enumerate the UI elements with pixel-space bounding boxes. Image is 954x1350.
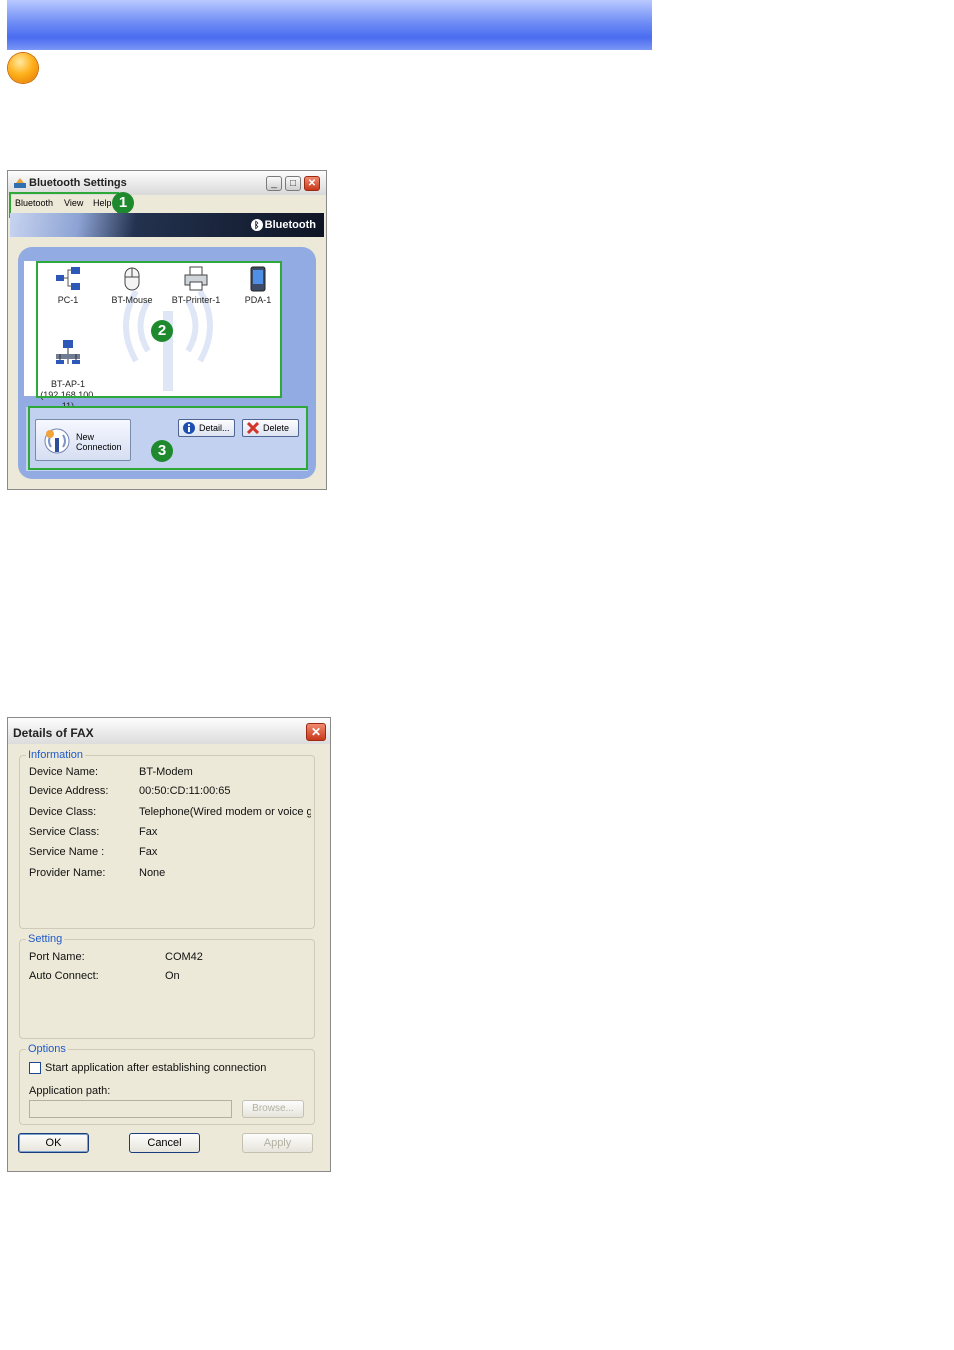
apply-button[interactable]: Apply xyxy=(242,1133,313,1153)
cancel-button[interactable]: Cancel xyxy=(129,1133,200,1153)
callout-2: 2 xyxy=(151,320,173,342)
start-application-label: Start application after establishing con… xyxy=(45,1062,267,1074)
service-name-value: Fax xyxy=(139,846,158,858)
close-icon: ✕ xyxy=(310,725,322,739)
setting-legend: Setting xyxy=(26,933,65,945)
service-name-label: Service Name : xyxy=(29,846,105,858)
port-name-label: Port Name: xyxy=(29,951,85,963)
button-area-highlight-box xyxy=(28,406,308,470)
options-legend: Options xyxy=(26,1043,68,1055)
minimize-icon: _ xyxy=(271,178,277,189)
start-application-checkbox[interactable] xyxy=(29,1062,41,1074)
device-name-value: BT-Modem xyxy=(139,766,193,778)
brand-strip: ᛒ Bluetooth xyxy=(10,213,324,237)
dialog-title-bar: Details of FAX ✕ xyxy=(8,718,330,744)
orange-bullet-icon xyxy=(8,53,38,83)
header-banner xyxy=(7,0,652,50)
close-button[interactable]: ✕ xyxy=(304,176,320,191)
device-class-label: Device Class: xyxy=(29,806,97,818)
device-name-label: Device Name: xyxy=(29,766,99,778)
maximize-button[interactable]: □ xyxy=(285,176,301,191)
information-legend: Information xyxy=(26,749,86,761)
application-path-label: Application path: xyxy=(29,1085,111,1097)
bluetooth-settings-window: Bluetooth Settings _ □ ✕ Bluetooth View … xyxy=(7,170,327,490)
dialog-close-button[interactable]: ✕ xyxy=(306,723,326,741)
provider-name-label: Provider Name: xyxy=(29,867,106,879)
auto-connect-label: Auto Connect: xyxy=(29,970,99,982)
window-title: Bluetooth Settings xyxy=(29,177,127,189)
dialog-title: Details of FAX xyxy=(13,726,94,740)
minimize-button[interactable]: _ xyxy=(266,176,282,191)
device-address-value: 00:50:CD:11:00:65 xyxy=(139,785,231,797)
ok-button[interactable]: OK xyxy=(18,1133,89,1153)
port-name-value: COM42 xyxy=(165,951,203,963)
brand-text: Bluetooth xyxy=(264,219,316,231)
device-class-value: Telephone(Wired modem or voice ga xyxy=(139,806,311,818)
information-group: Information xyxy=(19,749,315,929)
bluetooth-app-icon xyxy=(14,178,26,188)
application-path-input[interactable] xyxy=(29,1100,232,1118)
callout-1: 1 xyxy=(112,192,134,214)
device-address-label: Device Address: xyxy=(29,785,109,797)
provider-name-value: None xyxy=(139,867,166,879)
callout-3: 3 xyxy=(151,440,173,462)
maximize-icon: □ xyxy=(289,178,297,189)
bluetooth-logo-icon: ᛒ xyxy=(250,219,263,231)
close-icon: ✕ xyxy=(307,178,317,189)
details-of-fax-dialog: Details of FAX ✕ Information Device Name… xyxy=(7,717,331,1172)
auto-connect-value: On xyxy=(165,970,180,982)
service-class-label: Service Class: xyxy=(29,826,100,838)
browse-button[interactable]: Browse... xyxy=(242,1100,304,1118)
service-class-value: Fax xyxy=(139,826,158,838)
